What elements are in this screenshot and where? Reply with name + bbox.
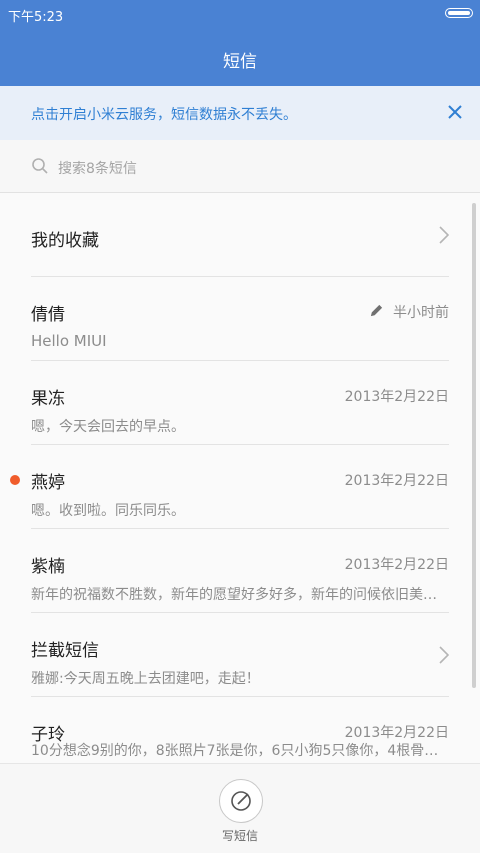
conversation-row[interactable]: 燕婷 2013年2月22日 嗯。收到啦。同乐同乐。 [0,445,480,529]
contact-name: 紫楠 [31,557,65,577]
message-preview: 10分想念9别的你，8张照片7张是你，6只小狗5只像你，4根骨… [31,743,439,759]
message-preview: Hello MIUI [31,332,107,350]
conversation-row[interactable]: 果冻 2013年2月22日 嗯，今天会回去的早点。 [0,361,480,445]
message-date: 2013年2月22日 [344,473,449,489]
favorites-row[interactable]: 我的收藏 [0,193,480,277]
close-icon[interactable] [444,101,466,123]
message-time: 半小时前 [393,305,449,321]
app-header: 下午5:23 短信 [0,0,480,86]
favorites-label: 我的收藏 [31,231,99,251]
compose-button[interactable] [219,779,263,823]
contact-name: 燕婷 [31,473,65,493]
chevron-right-icon [439,646,450,664]
search-icon [32,158,48,174]
blocked-label: 拦截短信 [31,641,99,661]
chevron-right-icon [439,226,450,244]
conversation-row[interactable]: 紫楠 2013年2月22日 新年的祝福数不胜数，新年的愿望好多好多，新年的问候依… [0,529,480,613]
compose-icon [231,791,251,811]
banner-text[interactable]: 点击开启小米云服务，短信数据永不丢失。 [31,104,297,124]
message-preview: 新年的祝福数不胜数，新年的愿望好多好多，新年的问候依旧美… [31,587,437,603]
cloud-banner[interactable]: 点击开启小米云服务，短信数据永不丢失。 [0,86,480,140]
message-date: 2013年2月22日 [344,557,449,573]
search-input[interactable]: 搜索8条短信 [58,158,137,178]
message-date: 2013年2月22日 [344,725,449,741]
battery-icon [445,8,473,18]
contact-name: 倩倩 [31,305,65,325]
status-time: 下午5:23 [8,10,64,25]
message-preview: 嗯，今天会回去的早点。 [31,419,185,435]
compose-label[interactable]: 写短信 [0,827,480,844]
conversation-list: 我的收藏 倩倩 半小时前 Hello MIUI 果冻 2013年2月22日 嗯，… [0,193,480,763]
unread-dot [10,475,20,485]
search-bar[interactable]: 搜索8条短信 [0,140,480,193]
message-date: 2013年2月22日 [344,389,449,405]
page-title: 短信 [223,52,257,72]
contact-name: 果冻 [31,389,65,409]
message-preview: 嗯。收到啦。同乐同乐。 [31,503,185,519]
message-preview: 雅娜:今天周五晚上去团建吧，走起！ [31,671,260,687]
bottom-bar: 写短信 [0,763,480,853]
scrollbar[interactable] [472,203,476,688]
conversation-row[interactable]: 子玲 2013年2月22日 10分想念9别的你，8张照片7张是你，6只小狗5只像… [0,697,480,763]
pencil-icon [370,304,383,317]
conversation-row[interactable]: 倩倩 半小时前 Hello MIUI [0,277,480,361]
blocked-messages-row[interactable]: 拦截短信 雅娜:今天周五晚上去团建吧，走起！ [0,613,480,697]
